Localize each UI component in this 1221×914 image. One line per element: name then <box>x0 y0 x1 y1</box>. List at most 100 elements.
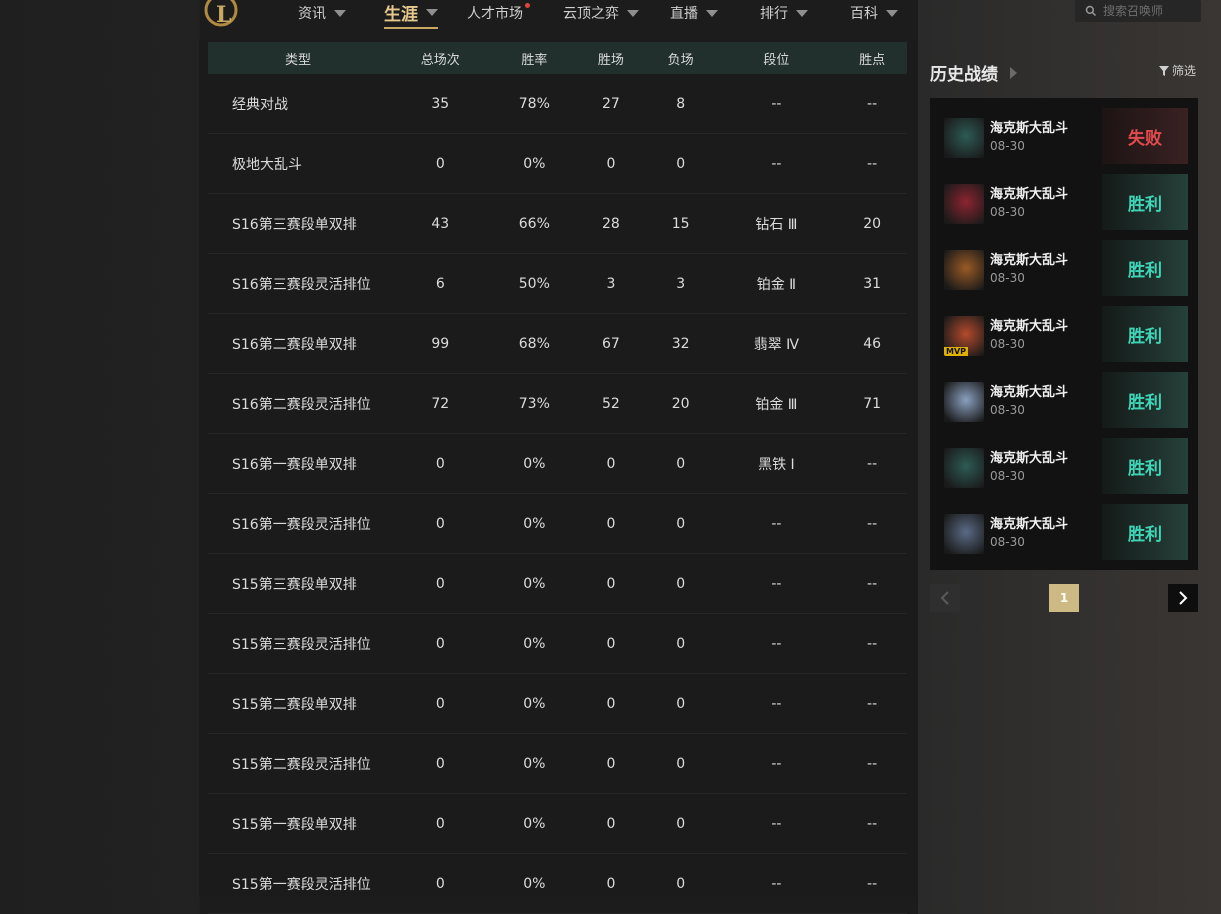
cell-type: S15第二赛段单双排 <box>208 673 388 734</box>
match-mode: 海克斯大乱斗 <box>990 385 1069 400</box>
match-item[interactable]: 海克斯大乱斗 08-30 胜利 <box>930 240 1198 300</box>
cell-type: S16第二赛段单双排 <box>208 313 388 374</box>
cell-wins: 0 <box>576 793 646 854</box>
match-history-header[interactable]: 历史战绩 <box>930 60 1017 85</box>
table-row[interactable]: 经典对战 35 78% 27 8 -- -- <box>208 74 907 134</box>
next-page-button[interactable] <box>1168 584 1198 612</box>
cell-rank: 铂金 Ⅱ <box>715 253 838 314</box>
header-wins: 胜场 <box>597 52 624 68</box>
cell-rank: -- <box>715 733 838 794</box>
match-item[interactable]: 海克斯大乱斗 08-30 胜利 <box>930 174 1198 234</box>
cell-losses: 8 <box>645 74 716 134</box>
nav-item-career[interactable]: 生涯 <box>384 0 438 29</box>
cell-type: 极地大乱斗 <box>208 133 388 194</box>
cell-losses: 0 <box>645 613 716 674</box>
cell-losses: 15 <box>645 193 716 254</box>
cell-rank: 黑铁 Ⅰ <box>715 433 838 494</box>
summoner-search[interactable] <box>1075 0 1201 22</box>
search-icon[interactable] <box>1085 3 1097 19</box>
table-row[interactable]: S15第一赛段单双排 0 0% 0 0 -- -- <box>208 793 907 854</box>
nav-item-ranking[interactable]: 排行 <box>760 3 808 23</box>
table-row[interactable]: S15第二赛段单双排 0 0% 0 0 -- -- <box>208 673 907 734</box>
match-item[interactable]: 海克斯大乱斗 08-30 胜利 <box>930 372 1198 432</box>
champion-avatar <box>944 250 984 290</box>
match-mode: 海克斯大乱斗 <box>990 121 1069 136</box>
cell-win-rate: 0% <box>492 133 577 194</box>
cell-total-games: 99 <box>388 313 493 374</box>
champion-avatar: MVP <box>944 316 984 356</box>
match-item[interactable]: 海克斯大乱斗 08-30 胜利 <box>930 438 1198 498</box>
chevron-down-icon <box>426 9 438 16</box>
cell-rank: -- <box>715 133 838 194</box>
match-date: 08-30 <box>990 403 1025 417</box>
nav-item-wiki[interactable]: 百科 <box>850 3 898 23</box>
cell-losses: 0 <box>645 793 716 854</box>
champion-avatar <box>944 382 984 422</box>
cell-win-rate: 66% <box>492 193 577 254</box>
table-row[interactable]: S16第三赛段单双排 43 66% 28 15 钻石 Ⅲ 20 <box>208 193 907 254</box>
cell-rank: 翡翠 Ⅳ <box>715 313 838 374</box>
chevron-down-icon <box>886 9 898 17</box>
cell-lp: -- <box>837 853 907 914</box>
nav-item-label: 资讯 <box>298 6 326 22</box>
nav-item-talent-market[interactable]: 人才市场 <box>467 2 530 23</box>
table-row[interactable]: S16第三赛段灵活排位 6 50% 3 3 铂金 Ⅱ 31 <box>208 253 907 314</box>
cell-total-games: 0 <box>388 433 493 494</box>
table-row[interactable]: S16第二赛段单双排 99 68% 67 32 翡翠 Ⅳ 46 <box>208 313 907 374</box>
table-header-row: 类型 总场次 胜率 胜场 负场 段位 胜点 <box>208 42 907 74</box>
cell-losses: 0 <box>645 553 716 614</box>
chevron-right-icon <box>1179 591 1188 605</box>
cell-type: S15第一赛段单双排 <box>208 793 388 854</box>
match-list: 海克斯大乱斗 08-30 失败 海克斯大乱斗 08-30 胜利 海克斯大乱斗 08-30 胜利 M… <box>930 98 1198 570</box>
cell-lp: -- <box>837 733 907 794</box>
cell-win-rate: 0% <box>492 853 577 914</box>
match-item[interactable]: 海克斯大乱斗 08-30 失败 <box>930 108 1198 168</box>
table-row[interactable]: S15第三赛段灵活排位 0 0% 0 0 -- -- <box>208 613 907 674</box>
header-rank: 段位 <box>763 52 790 68</box>
cell-losses: 0 <box>645 853 716 914</box>
match-result-badge: 胜利 <box>1102 438 1188 494</box>
table-row[interactable]: S16第一赛段单双排 0 0% 0 0 黑铁 Ⅰ -- <box>208 433 907 494</box>
header-total-games: 总场次 <box>420 52 460 68</box>
cell-wins: 0 <box>576 553 646 614</box>
match-item[interactable]: MVP 海克斯大乱斗 08-30 胜利 <box>930 306 1198 366</box>
league-logo[interactable]: L <box>204 0 238 28</box>
table-row[interactable]: S15第一赛段灵活排位 0 0% 0 0 -- -- <box>208 853 907 914</box>
page-number-button[interactable]: 1 <box>1049 584 1079 612</box>
prev-page-button[interactable] <box>930 584 960 612</box>
cell-wins: 28 <box>576 193 646 254</box>
champion-avatar <box>944 118 984 158</box>
nav-item-news[interactable]: 资讯 <box>298 3 346 23</box>
match-date: 08-30 <box>990 205 1025 219</box>
filter-button[interactable]: 筛选 <box>1159 62 1196 79</box>
match-mode: 海克斯大乱斗 <box>990 517 1069 532</box>
cell-wins: 0 <box>576 853 646 914</box>
cell-total-games: 0 <box>388 553 493 614</box>
cell-total-games: 0 <box>388 133 493 194</box>
cell-losses: 20 <box>645 373 716 434</box>
cell-lp: -- <box>837 493 907 554</box>
chevron-right-icon <box>1010 66 1017 79</box>
match-item[interactable]: 海克斯大乱斗 08-30 胜利 <box>930 504 1198 564</box>
match-result-badge: 胜利 <box>1102 174 1188 230</box>
filter-label: 筛选 <box>1172 64 1197 78</box>
career-stats-table: 类型 总场次 胜率 胜场 负场 段位 胜点 经典对战 35 78% 27 8 -- -- 极地… <box>208 42 907 914</box>
chevron-down-icon <box>796 9 808 17</box>
cell-win-rate: 0% <box>492 673 577 734</box>
nav-item-tft[interactable]: 云顶之弈 <box>563 3 639 23</box>
table-row[interactable]: S16第一赛段灵活排位 0 0% 0 0 -- -- <box>208 493 907 554</box>
table-row[interactable]: S15第二赛段灵活排位 0 0% 0 0 -- -- <box>208 733 907 794</box>
cell-wins: 52 <box>576 373 646 434</box>
cell-lp: -- <box>837 673 907 734</box>
search-input[interactable] <box>1101 3 1201 19</box>
nav-item-live[interactable]: 直播 <box>670 3 718 23</box>
cell-win-rate: 78% <box>492 74 577 134</box>
cell-total-games: 0 <box>388 853 493 914</box>
table-row[interactable]: 极地大乱斗 0 0% 0 0 -- -- <box>208 133 907 194</box>
header-lp: 胜点 <box>859 52 886 68</box>
table-row[interactable]: S16第二赛段灵活排位 72 73% 52 20 铂金 Ⅲ 71 <box>208 373 907 434</box>
cell-total-games: 0 <box>388 673 493 734</box>
match-mode: 海克斯大乱斗 <box>990 319 1069 334</box>
champion-avatar <box>944 448 984 488</box>
table-row[interactable]: S15第三赛段单双排 0 0% 0 0 -- -- <box>208 553 907 614</box>
